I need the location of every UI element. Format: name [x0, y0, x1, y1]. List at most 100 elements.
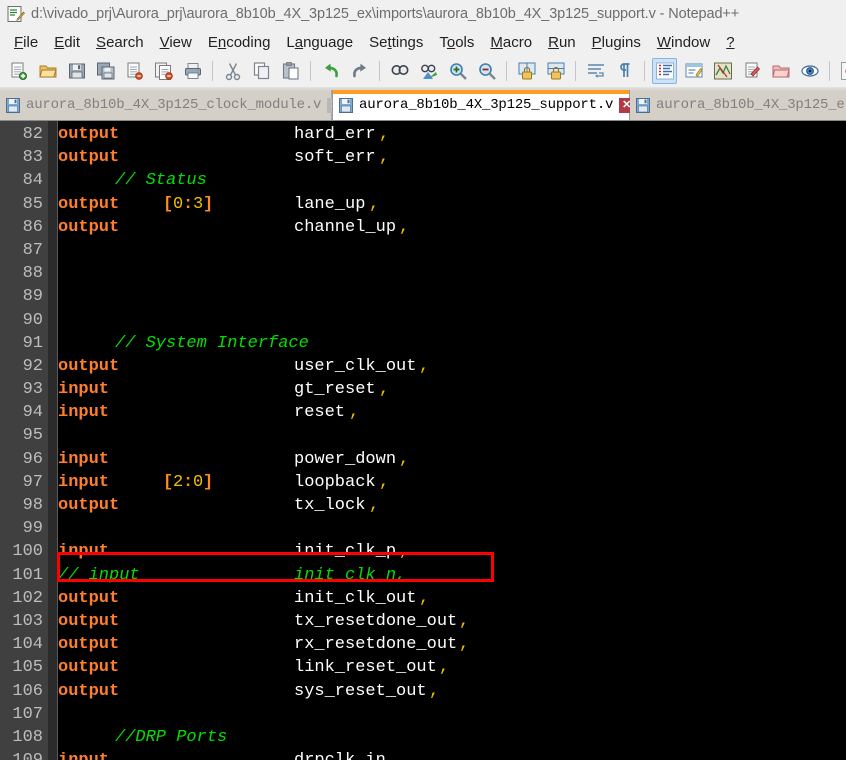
- code-line[interactable]: [58, 309, 846, 332]
- menu-item-encoding[interactable]: Encoding: [200, 32, 279, 53]
- code-line[interactable]: input drpclk_in,: [58, 749, 846, 760]
- code-token-punc: ,: [399, 542, 410, 562]
- code-line[interactable]: [58, 285, 846, 308]
- tab-label: aurora_8b10b_4X_3p125_clock_module.v: [26, 97, 322, 113]
- code-line[interactable]: // input init_clk_n,: [58, 564, 846, 587]
- code-editor[interactable]: 82 83 84 85 86 87 88 89 90 91 92 93 94 95 96 97 98 99 100 1…: [0, 121, 846, 760]
- show-all-characters-icon[interactable]: [612, 58, 637, 84]
- tab-label: aurora_8b10b_4X_3p125_support.v: [359, 97, 614, 113]
- replace-icon[interactable]: [416, 58, 441, 84]
- code-token-brk: :: [183, 472, 194, 492]
- editor-tab-2[interactable]: aurora_8b10b_4X_3p125_support.v ✕: [332, 90, 635, 120]
- menu-item-tools[interactable]: Tools: [431, 32, 482, 53]
- code-line[interactable]: input [2:0] loopback,: [58, 471, 846, 494]
- document-map-icon[interactable]: [710, 58, 735, 84]
- line-number: 103: [12, 611, 43, 631]
- zoom-in-icon[interactable]: [445, 58, 470, 84]
- code-token-kw: output: [58, 496, 120, 515]
- menu-item-plugins[interactable]: Plugins: [584, 32, 649, 53]
- code-token-cmt: // Status: [115, 171, 207, 191]
- find-icon[interactable]: [387, 58, 412, 84]
- code-line[interactable]: [58, 703, 846, 726]
- code-line[interactable]: [58, 517, 846, 540]
- undo-icon[interactable]: [318, 58, 343, 84]
- menu-item-language[interactable]: Language: [278, 32, 361, 53]
- menu-item-macro[interactable]: Macro: [482, 32, 540, 53]
- code-token-id: link_reset_out: [294, 658, 437, 678]
- code-token-kw: output: [58, 217, 120, 237]
- line-number: 108: [12, 727, 43, 747]
- code-line[interactable]: output [0:3] lane_up,: [58, 193, 846, 216]
- user-defined-dialog-icon[interactable]: [681, 58, 706, 84]
- code-token-punc: ,: [369, 496, 380, 515]
- menu-item-window[interactable]: Window: [649, 32, 718, 53]
- code-line[interactable]: output sys_reset_out,: [58, 680, 846, 703]
- line-number: 90: [22, 310, 43, 330]
- menu-item-file[interactable]: File: [6, 32, 46, 53]
- code-token-punc: ,: [379, 148, 390, 168]
- editor-tab-3[interactable]: aurora_8b10b_4X_3p125_e: [630, 90, 846, 120]
- code-line[interactable]: [58, 239, 846, 262]
- code-line[interactable]: input power_down,: [58, 448, 846, 471]
- code-token-id: user_clk_out: [294, 356, 417, 376]
- code-line[interactable]: output user_clk_out,: [58, 355, 846, 378]
- menu-item-run[interactable]: Run: [540, 32, 584, 53]
- code-line[interactable]: //DRP Ports: [58, 726, 846, 749]
- sync-horizontal-scrolling-icon[interactable]: [543, 58, 568, 84]
- cut-icon[interactable]: [220, 58, 245, 84]
- line-number: 89: [22, 287, 43, 307]
- code-token-cmt: // System Interface: [115, 333, 309, 353]
- save-file-icon[interactable]: [64, 58, 89, 84]
- line-number: 96: [22, 449, 43, 469]
- line-number: 85: [22, 194, 43, 214]
- code-text-area[interactable]: output hard_err, output soft_err,// Status o…: [58, 121, 846, 760]
- line-number: 92: [22, 356, 43, 376]
- menu-item-settings[interactable]: Settings: [361, 32, 431, 53]
- redo-icon[interactable]: [347, 58, 372, 84]
- code-line[interactable]: output tx_resetdone_out,: [58, 610, 846, 633]
- save-all-icon[interactable]: [93, 58, 118, 84]
- function-list-icon[interactable]: [739, 58, 764, 84]
- close-file-icon[interactable]: [122, 58, 147, 84]
- code-line[interactable]: output tx_lock,: [58, 494, 846, 517]
- code-line[interactable]: output init_clk_out,: [58, 587, 846, 610]
- code-line[interactable]: output channel_up,: [58, 216, 846, 239]
- menu-item-view[interactable]: View: [152, 32, 200, 53]
- menu-item-edit[interactable]: Edit: [46, 32, 88, 53]
- code-token-id: init_clk_out: [294, 588, 417, 608]
- code-token-kw: output: [58, 356, 120, 376]
- menu-item-search[interactable]: Search: [88, 32, 152, 53]
- sync-vertical-scrolling-icon[interactable]: [514, 58, 539, 84]
- editor-tab-1[interactable]: aurora_8b10b_4X_3p125_clock_module.v✕: [0, 90, 343, 120]
- word-wrap-icon[interactable]: [583, 58, 608, 84]
- code-line[interactable]: // Status: [58, 169, 846, 192]
- print-icon[interactable]: [180, 58, 205, 84]
- open-file-icon[interactable]: [35, 58, 60, 84]
- copy-icon[interactable]: [249, 58, 274, 84]
- code-line[interactable]: input init_clk_p,: [58, 540, 846, 563]
- code-token-kw: output: [58, 635, 120, 655]
- code-line[interactable]: output hard_err,: [58, 123, 846, 146]
- show-indent-guide-icon[interactable]: [652, 58, 677, 84]
- code-line[interactable]: // System Interface: [58, 332, 846, 355]
- code-token-brk: [: [163, 472, 174, 492]
- code-line[interactable]: input gt_reset,: [58, 378, 846, 401]
- paste-icon[interactable]: [278, 58, 303, 84]
- code-line[interactable]: [58, 424, 846, 447]
- code-line[interactable]: output rx_resetdone_out,: [58, 633, 846, 656]
- start-recording-icon[interactable]: [837, 58, 846, 84]
- monitoring-icon[interactable]: [797, 58, 822, 84]
- code-token-kw: input: [58, 472, 110, 492]
- zoom-out-icon[interactable]: [474, 58, 499, 84]
- code-line[interactable]: [58, 262, 846, 285]
- code-line[interactable]: output soft_err,: [58, 146, 846, 169]
- new-file-icon[interactable]: [6, 58, 31, 84]
- menu-item-[interactable]: ?: [718, 32, 742, 53]
- code-line[interactable]: input reset,: [58, 401, 846, 424]
- code-line[interactable]: output link_reset_out,: [58, 656, 846, 679]
- close-all-files-icon[interactable]: [151, 58, 176, 84]
- line-number: 95: [22, 426, 43, 446]
- code-token-punc: ,: [459, 611, 470, 631]
- folder-as-workspace-icon[interactable]: [768, 58, 793, 84]
- code-token-id: gt_reset: [294, 380, 376, 400]
